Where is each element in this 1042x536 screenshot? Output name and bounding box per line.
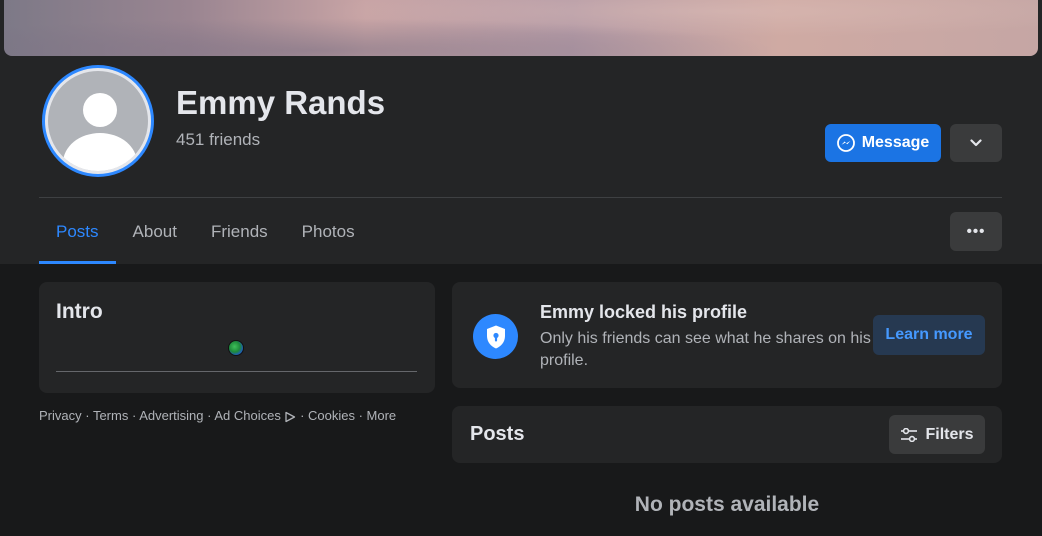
tab-about[interactable]: About xyxy=(116,200,194,264)
advertising-link[interactable]: Advertising xyxy=(139,408,203,423)
profile-name: Emmy Rands xyxy=(176,84,386,121)
more-dots-icon: ••• xyxy=(966,223,986,240)
messenger-icon xyxy=(836,134,855,152)
profile-tabs: Posts About Friends Photos xyxy=(39,200,372,264)
filters-label: Filters xyxy=(925,425,974,443)
sliders-icon xyxy=(901,427,918,442)
message-button[interactable]: Message xyxy=(825,124,941,162)
avatar[interactable] xyxy=(42,65,154,177)
ad-choices-icon xyxy=(285,411,296,423)
ad-choices-link[interactable]: Ad Choices xyxy=(214,408,280,423)
default-avatar-icon xyxy=(45,68,151,174)
friends-count[interactable]: 451 friends xyxy=(176,130,260,150)
posts-header-card: Posts Filters xyxy=(452,406,1002,463)
tab-photos[interactable]: Photos xyxy=(285,200,372,264)
profile-options-dropdown-button[interactable] xyxy=(950,124,1002,162)
cover-photo[interactable] xyxy=(4,0,1038,56)
more-link[interactable]: More xyxy=(367,408,397,423)
posts-title: Posts xyxy=(470,423,525,445)
profile-header: Emmy Rands 451 friends Message Posts Abo… xyxy=(0,0,1042,264)
intro-title: Intro xyxy=(56,300,103,323)
locked-profile-description: Only his friends can see what he shares … xyxy=(540,330,871,369)
privacy-link[interactable]: Privacy xyxy=(39,408,82,423)
shield-lock-icon xyxy=(473,314,518,359)
globe-icon xyxy=(228,340,244,356)
learn-more-button[interactable]: Learn more xyxy=(873,315,985,355)
no-posts-message: No posts available xyxy=(634,493,820,516)
footer-links: Privacy · Terms · Advertising · Ad Choic… xyxy=(39,408,397,423)
header-divider xyxy=(39,197,1002,198)
intro-divider xyxy=(56,371,417,372)
locked-profile-title: Emmy locked his profile xyxy=(540,302,748,322)
tab-friends[interactable]: Friends xyxy=(194,200,285,264)
terms-link[interactable]: Terms xyxy=(93,408,128,423)
chevron-down-icon xyxy=(970,139,982,147)
filters-button[interactable]: Filters xyxy=(889,415,985,454)
locked-profile-card: Emmy locked his profile Only his friends… xyxy=(452,282,1002,388)
cookies-link[interactable]: Cookies xyxy=(308,408,355,423)
tab-posts[interactable]: Posts xyxy=(39,200,116,264)
intro-card: Intro xyxy=(39,282,435,393)
message-button-label: Message xyxy=(861,134,930,151)
more-options-button[interactable]: ••• xyxy=(950,212,1002,251)
